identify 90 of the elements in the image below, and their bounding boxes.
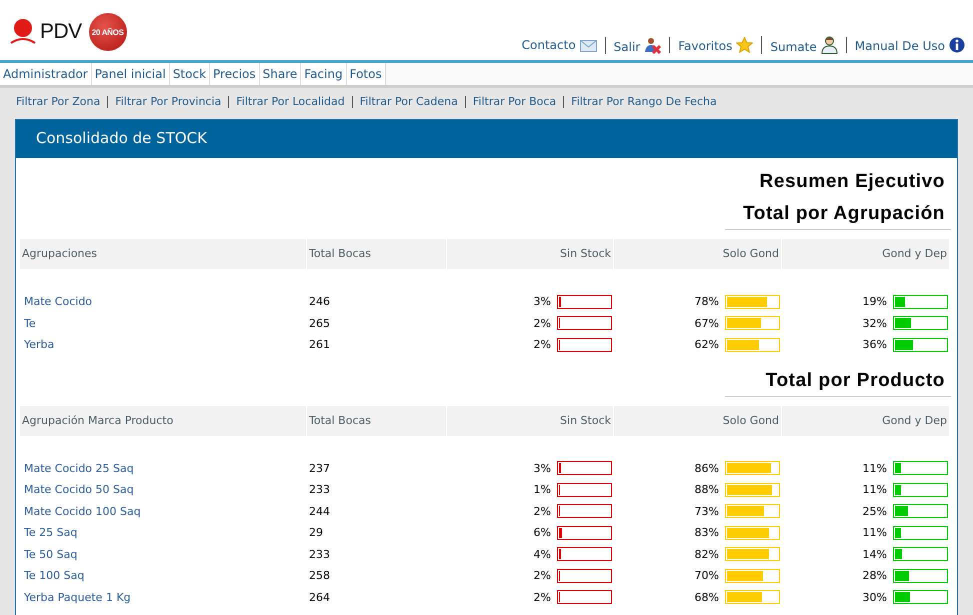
table-cell: 265 [309,316,330,330]
table-cell: 233 [309,548,330,561]
filter-link[interactable]: Filtrar Por Zona [16,96,108,108]
column-header: Sin Stock [447,239,614,269]
menu-tab[interactable]: Facing [301,63,347,85]
percentage-text: 25% [862,504,887,518]
percentage-text: 28% [862,569,887,582]
column-header: Sin Stock [447,406,614,436]
percentage-text: 6% [534,526,551,540]
percentage-text: 70% [694,569,719,582]
header-link[interactable]: Salir [604,36,670,54]
menu-tab[interactable]: Stock [170,63,210,85]
percentage-text: 4% [534,548,551,561]
section-title: Total por Agrupación [725,203,951,230]
table-cell: 261 [309,338,330,352]
filter-link[interactable]: Filtrar Por Localidad [228,96,352,108]
header-link[interactable]: Manual De Uso [846,37,965,53]
percentage-text: 2% [534,504,551,518]
row-link[interactable]: Yerba Paquete 1 Kg [22,590,131,604]
row-link[interactable]: Mate Cocido 50 Saq [22,483,134,496]
logo-text: PDV [40,20,82,44]
table-cell: 29 [309,526,323,540]
info-icon [949,37,965,53]
column-header: Agrupaciones [20,239,307,269]
percentage-text: 19% [862,295,887,308]
row-link[interactable]: Te 25 Saq [22,526,78,540]
percentage-text: 67% [694,316,719,330]
column-header: Agrupación Marca Producto [20,406,307,436]
envelope-icon [580,40,597,52]
column-header: Total Bocas [307,239,447,269]
percentage-text: 2% [534,316,551,330]
percentage-text: 82% [694,548,719,561]
percentage-text: 36% [862,338,887,352]
percentage-text: 73% [694,504,719,518]
percentage-text: 2% [534,338,551,352]
percentage-text: 14% [862,548,887,561]
menu-tab[interactable]: Precios [210,63,260,85]
percentage-text: 3% [534,462,551,475]
row-link[interactable]: Mate Cocido [22,295,92,308]
menu-tab[interactable]: Fotos [346,63,386,85]
header-link[interactable]: Sumate [761,36,846,54]
table-cell: 258 [309,569,330,582]
row-link[interactable]: Te 100 Saq [22,569,84,582]
panel-title: Consolidado de STOCK [16,120,957,158]
table-cell: 233 [309,483,330,496]
section-title: Total por Producto [725,370,951,396]
table-cell: 237 [309,462,330,475]
percentage-text: 11% [862,462,887,475]
percentage-text: 11% [862,526,887,540]
column-header: Solo Gond [614,406,782,436]
percentage-text: 32% [862,316,887,330]
column-header: Gond y Dep [782,406,950,436]
row-link[interactable]: Yerba [22,338,54,352]
percentage-text: 86% [694,462,719,475]
row-link[interactable]: Mate Cocido 100 Saq [22,504,141,518]
table-cell: 244 [309,504,330,518]
percentage-text: 2% [534,569,551,582]
filter-link[interactable]: Filtrar Por Rango De Fecha [563,96,724,108]
header-link[interactable]: Contacto [514,38,605,52]
row-link[interactable]: Te 50 Saq [22,548,78,561]
percentage-text: 2% [534,590,551,604]
percentage-text: 1% [534,483,551,496]
person-icon [820,36,838,54]
row-link[interactable]: Mate Cocido 25 Saq [22,462,134,475]
filter-link[interactable]: Filtrar Por Cadena [352,96,465,108]
percentage-text: 88% [694,483,719,496]
menu-tab[interactable]: Share [260,63,302,85]
menu-tab[interactable]: Administrador [0,63,92,85]
anniversary-badge: 20 AÑOS [88,13,127,51]
percentage-text: 68% [694,590,719,604]
percentage-text: 30% [862,590,887,604]
row-link[interactable]: Te [22,316,36,330]
menu-tab[interactable]: Panel inicial [92,63,170,85]
star-icon [736,37,754,53]
column-header: Solo Gond [614,239,782,269]
filter-link[interactable]: Filtrar Por Provincia [107,96,228,108]
person-with-x-icon [644,36,662,54]
summary-title: Resumen Ejecutivo [760,171,945,192]
filter-link[interactable]: Filtrar Por Boca [464,96,564,108]
percentage-text: 78% [694,295,719,308]
table-cell: 264 [309,590,330,604]
header-link[interactable]: Favoritos [669,37,762,53]
percentage-text: 62% [694,338,719,352]
percentage-text: 83% [694,526,719,540]
percentage-text: 3% [534,295,551,308]
logo-icon [10,18,36,46]
percentage-text: 11% [862,483,887,496]
column-header: Total Bocas [307,406,447,436]
table-cell: 246 [309,295,330,308]
column-header: Gond y Dep [782,239,950,269]
